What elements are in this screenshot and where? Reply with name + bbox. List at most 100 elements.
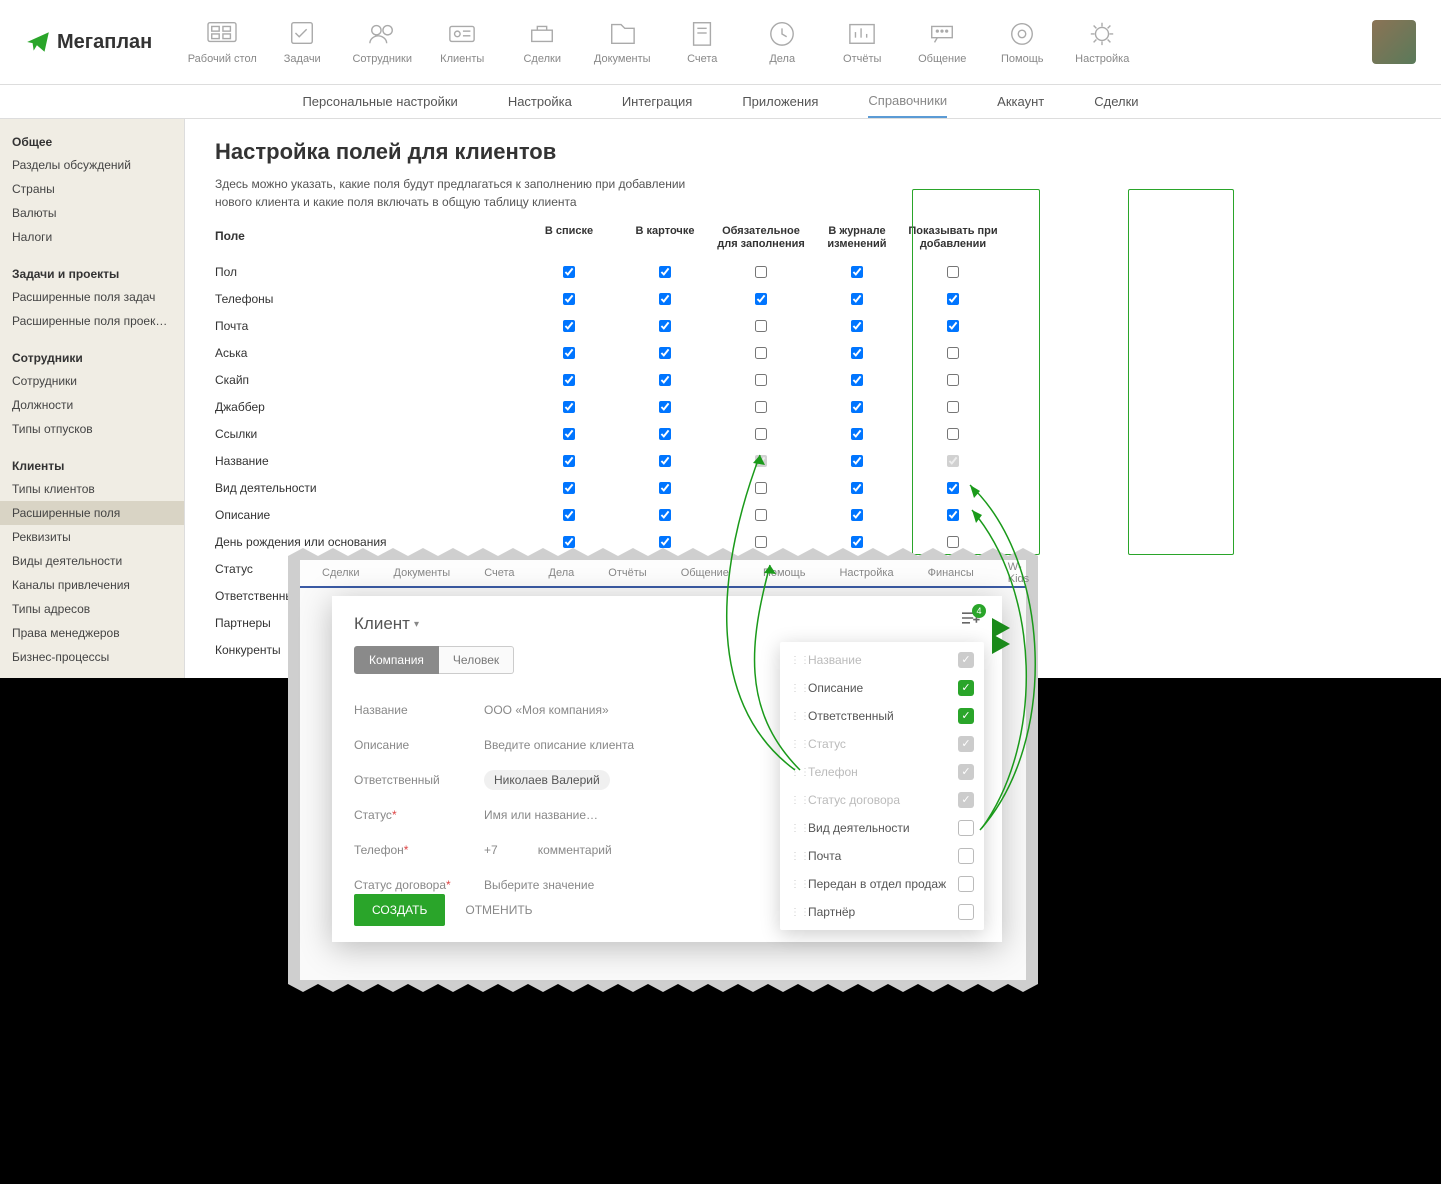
- nav-2[interactable]: Сотрудники: [342, 19, 422, 65]
- nav-10[interactable]: Помощь: [982, 19, 1062, 65]
- form-value[interactable]: Николаев Валерий: [484, 770, 610, 790]
- form-value[interactable]: Имя или название…: [484, 808, 598, 822]
- field-checkbox[interactable]: [659, 455, 671, 467]
- field-checkbox[interactable]: [563, 266, 575, 278]
- field-checkbox[interactable]: [851, 374, 863, 386]
- nav-7[interactable]: Дела: [742, 19, 822, 65]
- field-checkbox[interactable]: [755, 320, 767, 332]
- drag-handle-icon[interactable]: ⋮⋮: [790, 683, 802, 694]
- field-checkbox[interactable]: [851, 347, 863, 359]
- field-checkbox[interactable]: [851, 455, 863, 467]
- form-value[interactable]: ООО «Моя компания»: [484, 703, 609, 717]
- sidebar-item[interactable]: Расширенные поля задач: [0, 285, 184, 309]
- nav-4[interactable]: Сделки: [502, 19, 582, 65]
- overlay-tab[interactable]: Общение: [681, 567, 729, 579]
- popup-checkbox[interactable]: [958, 652, 974, 668]
- field-checkbox[interactable]: [755, 401, 767, 413]
- popup-row[interactable]: ⋮⋮Почта: [780, 842, 984, 870]
- nav-8[interactable]: Отчёты: [822, 19, 902, 65]
- field-checkbox[interactable]: [851, 482, 863, 494]
- field-checkbox[interactable]: [755, 347, 767, 359]
- card-title[interactable]: Клиент ▾: [354, 614, 980, 634]
- field-checkbox[interactable]: [947, 536, 959, 548]
- sidebar-item[interactable]: Бизнес-процессы: [0, 645, 184, 669]
- field-checkbox[interactable]: [947, 374, 959, 386]
- drag-handle-icon[interactable]: ⋮⋮: [790, 907, 802, 918]
- field-checkbox[interactable]: [563, 509, 575, 521]
- popup-row[interactable]: ⋮⋮Передан в отдел продаж: [780, 870, 984, 898]
- nav-5[interactable]: Документы: [582, 19, 662, 65]
- subnav-item[interactable]: Справочники: [868, 85, 947, 118]
- overlay-tab[interactable]: Счета: [484, 567, 514, 579]
- field-checkbox[interactable]: [659, 293, 671, 305]
- sidebar-item[interactable]: Сотрудники: [0, 369, 184, 393]
- field-checkbox[interactable]: [947, 482, 959, 494]
- sidebar-item[interactable]: Расширенные поля проек…: [0, 309, 184, 333]
- overlay-tab[interactable]: Дела: [549, 567, 575, 579]
- field-checkbox[interactable]: [563, 347, 575, 359]
- nav-0[interactable]: Рабочий стол: [182, 19, 262, 65]
- sidebar-item[interactable]: Разделы обсуждений: [0, 153, 184, 177]
- sidebar-item[interactable]: Права менеджеров: [0, 621, 184, 645]
- drag-handle-icon[interactable]: ⋮⋮: [790, 851, 802, 862]
- field-checkbox[interactable]: [563, 320, 575, 332]
- add-field-button[interactable]: 4: [960, 610, 980, 629]
- popup-row[interactable]: ⋮⋮Описание: [780, 674, 984, 702]
- drag-handle-icon[interactable]: ⋮⋮: [790, 879, 802, 890]
- field-checkbox[interactable]: [947, 428, 959, 440]
- pill[interactable]: Человек: [439, 646, 514, 674]
- field-checkbox[interactable]: [947, 320, 959, 332]
- popup-row[interactable]: ⋮⋮Телефон: [780, 758, 984, 786]
- field-checkbox[interactable]: [947, 266, 959, 278]
- field-checkbox[interactable]: [659, 509, 671, 521]
- drag-handle-icon[interactable]: ⋮⋮: [790, 767, 802, 778]
- field-checkbox[interactable]: [659, 428, 671, 440]
- nav-3[interactable]: Клиенты: [422, 19, 502, 65]
- sidebar-item[interactable]: Типы отпусков: [0, 417, 184, 441]
- avatar[interactable]: [1372, 20, 1416, 64]
- field-checkbox[interactable]: [563, 428, 575, 440]
- popup-checkbox[interactable]: [958, 820, 974, 836]
- sidebar-item[interactable]: Реквизиты: [0, 525, 184, 549]
- popup-row[interactable]: ⋮⋮Вид деятельности: [780, 814, 984, 842]
- popup-row[interactable]: ⋮⋮Название: [780, 646, 984, 674]
- field-checkbox[interactable]: [851, 401, 863, 413]
- overlay-tab[interactable]: Отчёты: [608, 567, 646, 579]
- popup-checkbox[interactable]: [958, 680, 974, 696]
- field-checkbox[interactable]: [659, 536, 671, 548]
- field-checkbox[interactable]: [755, 428, 767, 440]
- field-checkbox[interactable]: [659, 374, 671, 386]
- nav-9[interactable]: Общение: [902, 19, 982, 65]
- sidebar-item[interactable]: Налоги: [0, 225, 184, 249]
- popup-row[interactable]: ⋮⋮Статус: [780, 730, 984, 758]
- field-checkbox[interactable]: [851, 266, 863, 278]
- overlay-tab[interactable]: Документы: [394, 567, 451, 579]
- field-checkbox[interactable]: [755, 293, 767, 305]
- form-value[interactable]: +7: [484, 843, 498, 857]
- popup-checkbox[interactable]: [958, 904, 974, 920]
- nav-6[interactable]: Счета: [662, 19, 742, 65]
- popup-checkbox[interactable]: [958, 876, 974, 892]
- form-value[interactable]: Введите описание клиента: [484, 738, 634, 752]
- subnav-item[interactable]: Приложения: [742, 86, 818, 117]
- subnav-item[interactable]: Персональные настройки: [302, 86, 457, 117]
- subnav-item[interactable]: Настройка: [508, 86, 572, 117]
- overlay-tab[interactable]: Настройка: [839, 567, 893, 579]
- logo[interactable]: Мегаплан: [25, 29, 152, 55]
- popup-row[interactable]: ⋮⋮Статус договора: [780, 786, 984, 814]
- popup-checkbox[interactable]: [958, 764, 974, 780]
- sidebar-item[interactable]: Страны: [0, 177, 184, 201]
- subnav-item[interactable]: Интеграция: [622, 86, 693, 117]
- field-checkbox[interactable]: [947, 401, 959, 413]
- field-checkbox[interactable]: [563, 482, 575, 494]
- subnav-item[interactable]: Сделки: [1094, 86, 1138, 117]
- popup-row[interactable]: ⋮⋮Ответственный: [780, 702, 984, 730]
- popup-checkbox[interactable]: [958, 708, 974, 724]
- field-checkbox[interactable]: [659, 347, 671, 359]
- pill[interactable]: Компания: [354, 646, 439, 674]
- field-checkbox[interactable]: [659, 320, 671, 332]
- sidebar-item[interactable]: Виды деятельности: [0, 549, 184, 573]
- overlay-tab[interactable]: W-Kids: [1008, 561, 1029, 585]
- field-checkbox[interactable]: [755, 509, 767, 521]
- sidebar-item[interactable]: Типы клиентов: [0, 477, 184, 501]
